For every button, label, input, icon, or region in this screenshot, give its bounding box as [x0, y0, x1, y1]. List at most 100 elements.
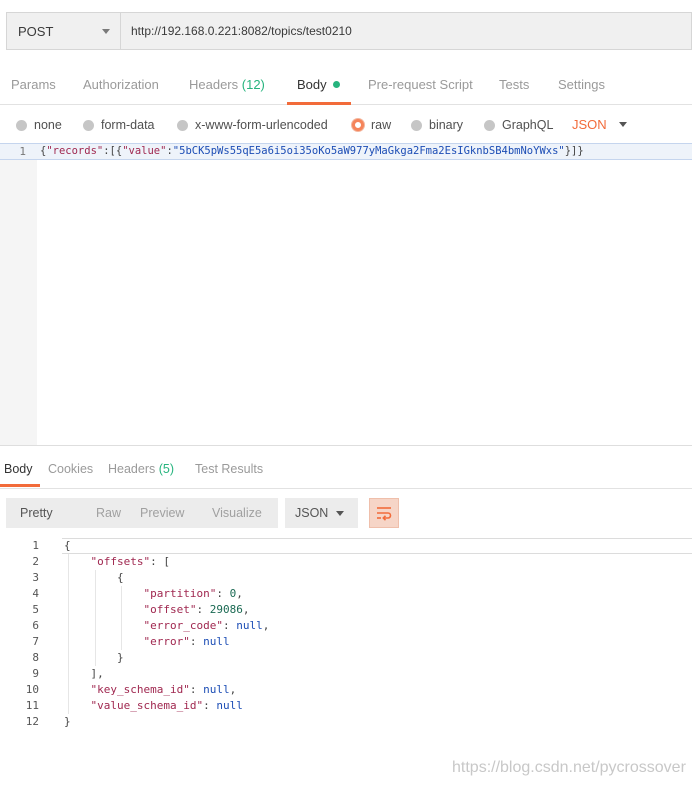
tab-label: Body — [4, 462, 33, 476]
json-number: 0 — [229, 587, 237, 600]
code-text: { — [64, 571, 124, 584]
json-key: "value_schema_id" — [90, 699, 204, 712]
view-pretty[interactable]: Pretty — [6, 498, 96, 528]
tab-params[interactable]: Params — [11, 77, 56, 92]
view-mode-bar: Pretty Raw Preview Visualize — [6, 498, 278, 528]
radio-icon — [83, 119, 94, 131]
tab-test-results[interactable]: Test Results — [195, 462, 263, 476]
line-number: 11 — [25, 699, 39, 712]
tab-pre-request-script[interactable]: Pre-request Script — [368, 77, 473, 92]
code-text: "partition": 0, — [143, 587, 243, 600]
headers-count: (5) — [158, 462, 175, 476]
line-number: 6 — [32, 619, 39, 632]
tab-label: Authorization — [83, 77, 159, 92]
view-label: Pretty — [20, 506, 53, 520]
line-number: 10 — [25, 683, 39, 696]
chevron-down-icon — [102, 29, 110, 34]
code-text: "offsets": [ — [90, 555, 170, 568]
json-null: null — [203, 635, 230, 648]
radio-graphql[interactable]: GraphQL — [484, 118, 553, 132]
code-line: 6 "error_code": null, — [0, 618, 692, 634]
tab-response-body[interactable]: Body — [4, 462, 33, 476]
wrap-lines-button[interactable] — [369, 498, 399, 528]
json-key: "error" — [143, 635, 190, 648]
tab-cookies[interactable]: Cookies — [48, 462, 93, 476]
tab-label: Body — [297, 77, 327, 92]
radio-form-data[interactable]: form-data — [83, 118, 155, 132]
tab-label: Cookies — [48, 462, 94, 476]
option-label: form-data — [101, 118, 155, 132]
view-label: Visualize — [212, 506, 262, 520]
view-visualize[interactable]: Visualize — [212, 498, 278, 528]
tab-label: Tests — [499, 77, 530, 92]
active-tab-indicator — [0, 484, 40, 487]
json-key: "error_code" — [143, 619, 223, 632]
radio-none[interactable]: none — [16, 118, 62, 132]
option-label: GraphQL — [502, 118, 554, 132]
line-number: 4 — [32, 587, 39, 600]
code-line: 7 "error": null — [0, 634, 692, 650]
line-number: 8 — [32, 651, 39, 664]
tab-label: Headers — [108, 462, 156, 476]
watermark: https://blog.csdn.net/pycrossover — [452, 759, 686, 776]
radio-icon — [484, 119, 495, 131]
tab-label: Test Results — [195, 462, 264, 476]
line-number: 12 — [25, 715, 39, 728]
code-text: ], — [64, 667, 104, 680]
tab-label: Pre-request Script — [368, 77, 473, 92]
json-key: "offset" — [143, 603, 197, 616]
request-tabs: Params Authorization Headers (12) Body P… — [0, 64, 692, 105]
code-line: 1{ — [0, 538, 692, 554]
view-preview[interactable]: Preview — [140, 498, 212, 528]
json-key: "value" — [122, 145, 167, 157]
code-text: "error": null — [143, 635, 230, 648]
json-null: null — [203, 683, 230, 696]
tab-headers[interactable]: Headers (12) — [189, 77, 265, 92]
tab-settings[interactable]: Settings — [558, 77, 605, 92]
code-line: 8 } — [0, 650, 692, 666]
chevron-down-icon — [336, 511, 344, 516]
line-number: 1 — [19, 145, 26, 158]
option-label: x-www-form-urlencoded — [195, 118, 328, 132]
response-format-select[interactable]: JSON — [285, 498, 358, 528]
method-select[interactable]: POST — [6, 12, 120, 50]
tab-label: Headers — [189, 77, 239, 92]
headers-count: (12) — [241, 77, 265, 92]
json-key: "offsets" — [90, 555, 151, 568]
radio-selected-icon — [352, 119, 364, 131]
code-line: 2 "offsets": [ — [0, 554, 692, 570]
tab-label: Params — [11, 77, 56, 92]
url-text: http://192.168.0.221:8082/topics/test021… — [131, 24, 352, 38]
option-label: raw — [371, 118, 392, 132]
code-text: } — [64, 651, 124, 664]
line-number: 3 — [32, 571, 39, 584]
request-bar: POST http://192.168.0.221:8082/topics/te… — [6, 12, 692, 50]
radio-icon — [177, 119, 188, 131]
radio-x-www-form-urlencoded[interactable]: x-www-form-urlencoded — [177, 118, 328, 132]
line-number: 9 — [32, 667, 39, 680]
tab-response-headers[interactable]: Headers (5) — [108, 462, 174, 476]
code-text: { — [64, 539, 71, 552]
radio-binary[interactable]: binary — [411, 118, 463, 132]
code-text: "offset": 29086, — [143, 603, 250, 616]
radio-raw[interactable]: raw — [352, 118, 391, 132]
body-format-select[interactable]: JSON — [572, 117, 627, 132]
code-line: 11 "value_schema_id": null — [0, 698, 692, 714]
modified-dot-icon — [332, 81, 340, 88]
code-line: 9 ], — [0, 666, 692, 682]
view-label: Raw — [96, 506, 122, 520]
json-null: null — [236, 619, 263, 632]
tab-authorization[interactable]: Authorization — [83, 77, 159, 92]
response-body[interactable]: 1{ 2 "offsets": [ 3 { 4 "partition": 0, … — [0, 538, 692, 738]
request-body-editor[interactable]: 1 {"records":[{"value":"5bCK5pWs55qE5a6i… — [0, 143, 692, 445]
line-number: 2 — [32, 555, 39, 568]
json-key: "key_schema_id" — [90, 683, 190, 696]
tab-body[interactable]: Body — [297, 77, 340, 92]
url-input[interactable]: http://192.168.0.221:8082/topics/test021… — [120, 12, 692, 50]
view-raw[interactable]: Raw — [96, 498, 140, 528]
option-label: binary — [429, 118, 464, 132]
response-tabs: Body Cookies Headers (5) Test Results — [0, 446, 692, 489]
tab-tests[interactable]: Tests — [499, 77, 529, 92]
format-label: JSON — [572, 117, 607, 132]
radio-icon — [411, 119, 422, 131]
